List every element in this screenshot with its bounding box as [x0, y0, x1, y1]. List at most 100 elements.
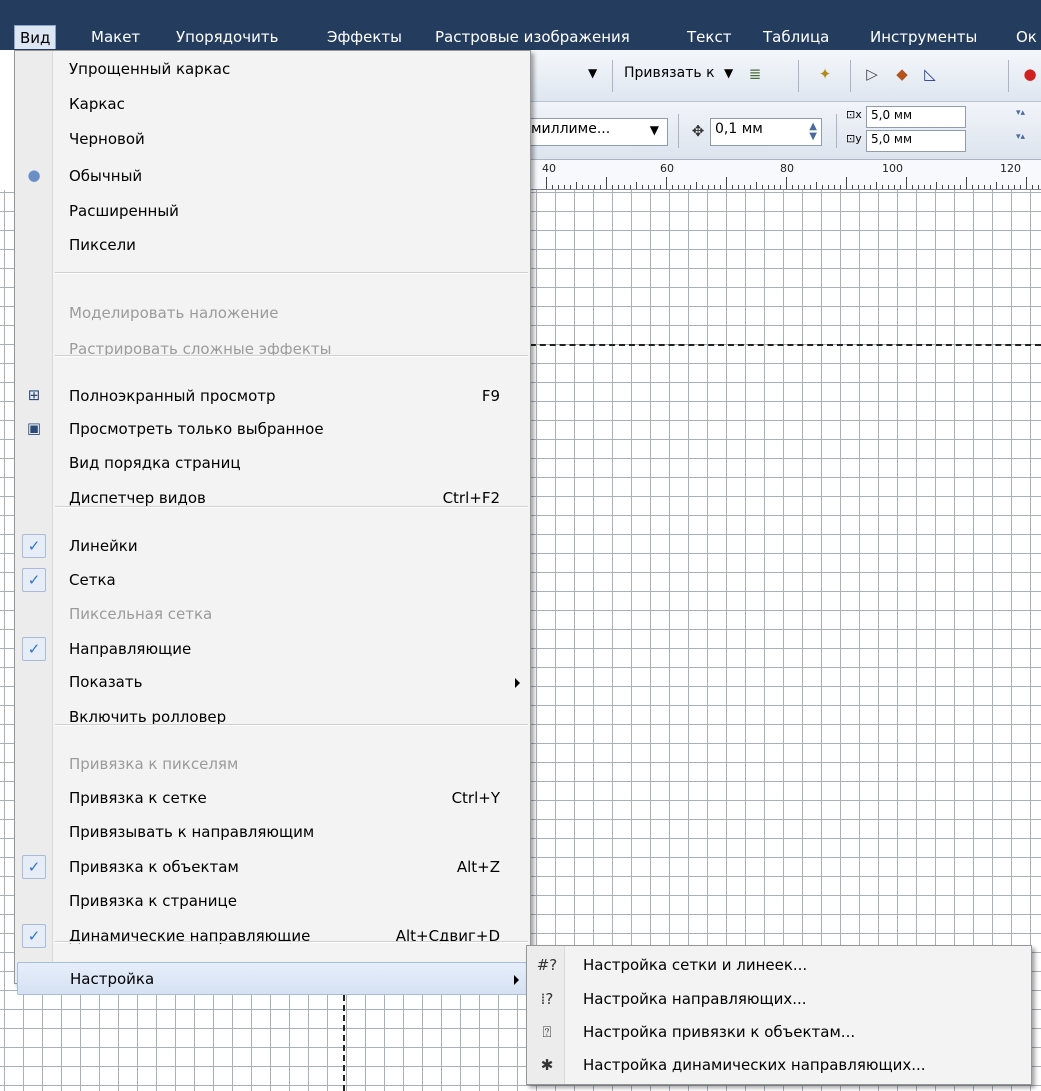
menu-item-0[interactable]: Упрощенный каркас [17, 53, 528, 86]
menu-window[interactable]: Ок [1011, 25, 1041, 49]
menu-separator [55, 941, 528, 943]
record-icon[interactable]: ● [1020, 64, 1040, 84]
menu-item-1[interactable]: Каркас [17, 88, 528, 121]
menu-item-9[interactable]: ▣ Просмотреть только выбранное [17, 413, 528, 446]
snap-dropdown-icon[interactable]: ▼ [724, 66, 733, 80]
ruler-tick [930, 185, 931, 189]
options-icon[interactable]: ✦ [815, 64, 835, 84]
application-icon[interactable]: ◆ [892, 64, 912, 84]
horizontal-guideline[interactable] [520, 344, 1041, 346]
menu-item-label: Пиксели [69, 236, 136, 254]
check-icon: ✓ [22, 568, 46, 592]
submenu-item-2[interactable]: ⍰ Настройка привязки к объектам... [529, 1016, 1029, 1049]
menu-view[interactable]: Вид [14, 25, 57, 49]
menu-bitmaps[interactable]: Растровые изображения [430, 25, 635, 49]
ruler-tick [948, 185, 949, 189]
menu-item-17[interactable]: Включить ролловер [17, 701, 528, 734]
snap-settings-icon[interactable]: ≣ [745, 64, 765, 84]
menu-item-12[interactable]: ✓ Линейки [17, 530, 528, 563]
menu-item-7: Растрировать сложные эффекты [17, 333, 528, 366]
ruler-tick [600, 185, 601, 189]
menu-item-18: Привязка к пикселям [17, 748, 528, 781]
menu-item-15[interactable]: ✓ Направляющие [17, 633, 528, 666]
ruler-tick [996, 182, 997, 189]
toolbar-separator [850, 60, 851, 92]
menu-item-3[interactable]: ● Обычный [17, 160, 528, 193]
submenu-item-label: Настройка динамических направляющих... [583, 1056, 926, 1074]
ruler-tick [702, 185, 703, 189]
menu-separator [55, 272, 528, 274]
menu-item-label: Полноэкранный просмотр [69, 387, 276, 405]
menu-tools[interactable]: Инструменты [865, 25, 982, 49]
spinner-icon[interactable]: ▲ ▼ [809, 122, 817, 142]
menu-item-19[interactable]: Привязка к сетке Ctrl+Y [17, 782, 528, 815]
menu-item-11[interactable]: Диспетчер видов Ctrl+F2 [17, 482, 528, 515]
menu-item-23[interactable]: ✓ Динамические направляющие Alt+Сдвиг+D [17, 920, 528, 953]
ruler-tick [714, 185, 715, 189]
dup-y-input[interactable]: 5,0 мм [866, 130, 966, 152]
dup-x-spinner-icon[interactable]: ▾▴ [1016, 108, 1025, 118]
ruler-tool-icon[interactable]: ◺ [920, 64, 940, 84]
menu-item-label: Показать [69, 673, 143, 691]
nudge-input[interactable]: 0,1 мм ▲ ▼ [710, 118, 822, 146]
menu-item-6: Моделировать наложение [17, 297, 528, 330]
launch-icon[interactable]: ▷ [862, 64, 882, 84]
menu-item-10[interactable]: Вид порядка страниц [17, 447, 528, 480]
snap-to-button[interactable]: Привязать к [624, 65, 715, 81]
submenu-arrow-icon [515, 678, 520, 688]
dup-x-icon: ⊡x [846, 108, 862, 121]
ruler-tick [588, 185, 589, 189]
dup-y-spinner-icon[interactable]: ▾▴ [1016, 132, 1025, 142]
dup-x-input[interactable]: 5,0 мм [866, 106, 966, 128]
ruler-tick [660, 185, 661, 189]
menu-item-shortcut: Alt+Z [456, 858, 500, 876]
menu-effects[interactable]: Эффекты [322, 25, 407, 49]
menu-item-16[interactable]: Показать [17, 666, 528, 699]
ruler-tick [678, 185, 679, 189]
submenu-item-3[interactable]: ✱ Настройка динамических направляющих... [529, 1049, 1029, 1082]
menu-item-24[interactable]: Настройка [17, 962, 528, 995]
ruler-tick [564, 185, 565, 189]
ruler-tick [990, 185, 991, 189]
ruler-tick [630, 185, 631, 189]
menu-layout[interactable]: Макет [86, 25, 145, 49]
check-icon: ✓ [22, 855, 46, 879]
dup-y-value: 5,0 мм [871, 132, 913, 146]
menu-table[interactable]: Таблица [758, 25, 834, 49]
ruler-tick [876, 182, 877, 189]
dup-x-value: 5,0 мм [871, 108, 913, 122]
menu-item-label: Привязка к странице [69, 892, 237, 910]
ruler-tick [846, 177, 847, 189]
menu-item-label: Пиксельная сетка [69, 605, 213, 623]
menu-item-shortcut: F9 [481, 387, 500, 405]
menu-item-2[interactable]: Черновой [17, 123, 528, 156]
view-selected-icon: ▣ [26, 419, 42, 437]
submenu-item-0[interactable]: #? Настройка сетки и линеек... [529, 949, 1029, 982]
menu-item-label: Привязка к объектам [69, 858, 239, 876]
menu-item-20[interactable]: Привязывать к направляющим [17, 816, 528, 849]
ruler-tick [684, 185, 685, 189]
ruler-tick [720, 185, 721, 189]
menu-arrange[interactable]: Упорядочить [171, 25, 283, 49]
nudge-icon: ✥ [691, 122, 705, 140]
ruler-tick [1020, 185, 1021, 189]
menu-item-5[interactable]: Пиксели [17, 229, 528, 262]
menu-text[interactable]: Текст [682, 25, 736, 49]
menu-item-22[interactable]: Привязка к странице [17, 885, 528, 918]
menu-bar: Вид Макет Упорядочить Эффекты Растровые … [0, 0, 1041, 50]
submenu-item-1[interactable]: ⁞? Настройка направляющих... [529, 983, 1029, 1016]
horizontal-ruler[interactable]: 40 60 80 100 120 [520, 160, 1041, 190]
ruler-tick [642, 185, 643, 189]
ruler-tick [738, 185, 739, 189]
ruler-tick [966, 177, 967, 189]
menu-item-21[interactable]: ✓ Привязка к объектам Alt+Z [17, 851, 528, 884]
toolbar-separator [836, 114, 837, 148]
ruler-tick [1002, 185, 1003, 189]
menu-item-13[interactable]: ✓ Сетка [17, 564, 528, 597]
menu-item-8[interactable]: ⊞ Полноэкранный просмотр F9 [17, 380, 528, 413]
dropdown-arrow-icon[interactable]: ▼ [588, 66, 597, 80]
units-select[interactable]: миллиме... ▼ [526, 118, 668, 146]
ruler-label: 120 [1000, 162, 1021, 175]
menu-item-4[interactable]: Расширенный [17, 195, 528, 228]
vertical-guideline[interactable] [343, 985, 345, 1091]
